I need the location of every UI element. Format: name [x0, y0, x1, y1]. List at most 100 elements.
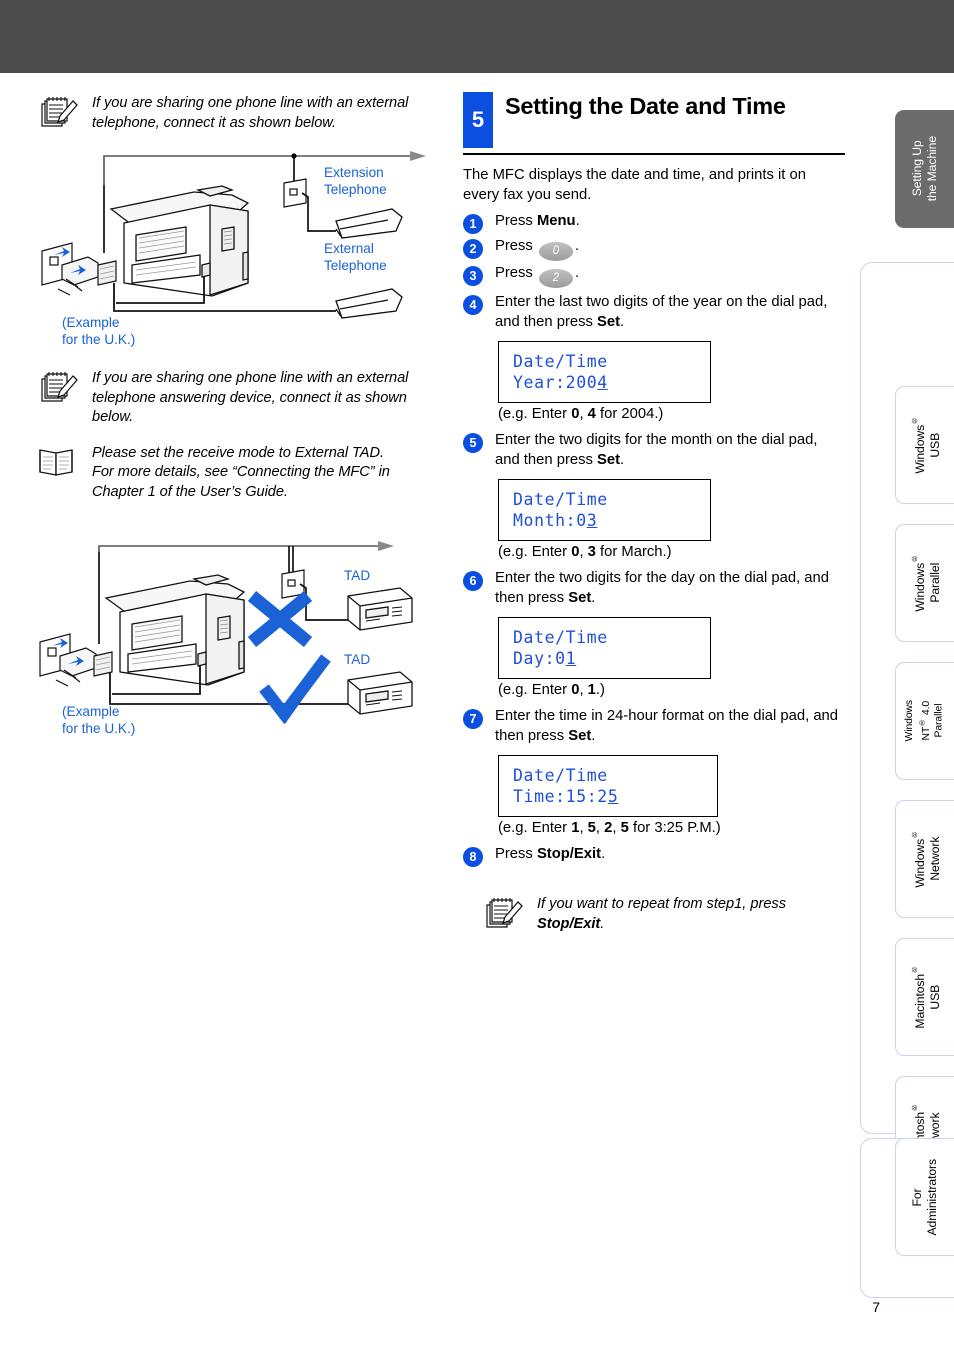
note-text: If you are sharing one phone line with a… [92, 370, 409, 425]
step-text: Press 0. [495, 237, 845, 261]
tab-windows-nt-40-parallel[interactable]: Windows NT® 4.0 Parallel [895, 662, 954, 780]
step-4: 4 Enter the last two digits of the year … [463, 293, 845, 332]
step-bullet: 7 [463, 709, 483, 729]
tab-label: Windows NT® 4.0 Parallel [904, 700, 945, 742]
lcd-line-2: Year:2004 [513, 372, 698, 393]
diagram2-label-tad-correct: TAD [344, 652, 371, 667]
example-text: (e.g. Enter 0, 1.) [498, 682, 605, 698]
keycap-0[interactable]: 0 [538, 242, 573, 261]
note-external-telephone: If you are sharing one phone line with a… [36, 92, 436, 133]
example-text: (e.g. Enter 0, 3 for March.) [498, 544, 672, 560]
lcd-display: Date/Time Month:03 [498, 479, 711, 541]
note-text: If you are sharing one phone line with a… [92, 95, 409, 131]
lcd-value: Time:15:2 [513, 787, 608, 806]
step-text: Press Stop/Exit. [495, 846, 606, 862]
step-bullet: 2 [463, 239, 483, 259]
diagram1-label-external: External Telephone [324, 241, 387, 273]
tab-windows-usb[interactable]: Windows® USB [895, 386, 954, 504]
step-5: 5 Enter the two digits for the month on … [463, 431, 845, 470]
page-title: Setting the Date and Time [505, 93, 786, 119]
lcd-block-year: Date/Time Year:2004 (e.g. Enter 0, 4 for… [498, 341, 845, 424]
tab-label: Macintosh® USB [909, 965, 943, 1029]
tab-label: Windows® Parallel [909, 554, 943, 612]
tab-macintosh-usb[interactable]: Macintosh® USB [895, 938, 954, 1056]
step-text: Press 2. [495, 264, 845, 288]
lcd-line-2: Time:15:25 [513, 786, 705, 807]
lcd-block-time: Date/Time Time:15:25 (e.g. Enter 1, 5, 2… [498, 755, 845, 838]
example-text: (e.g. Enter 1, 5, 2, 5 for 3:25 P.M.) [498, 820, 721, 836]
document-page: If you are sharing one phone line with a… [0, 0, 954, 1351]
diagram1-label-example-uk: (Example for the U.K.) [62, 315, 136, 347]
step-7: 7 Enter the time in 24-hour format on th… [463, 707, 845, 746]
lcd-value: Month:0 [513, 511, 587, 530]
step-bullet: 6 [463, 571, 483, 591]
diagram1-label-extension: Extension Telephone [324, 165, 387, 197]
notepad-pencil-icon [481, 893, 525, 933]
section-header: 5 Setting the Date and Time [463, 92, 845, 148]
lcd-line-2: Month:03 [513, 510, 698, 531]
step-bullet: 5 [463, 433, 483, 453]
page-header-band [0, 0, 954, 73]
step-1: 1 Press Menu. [463, 212, 845, 234]
tab-windows-network[interactable]: Windows® Network [895, 800, 954, 918]
lcd-display: Date/Time Time:15:25 [498, 755, 718, 817]
notepad-pencil-icon [36, 92, 80, 132]
section-number: 5 [463, 92, 493, 148]
step-text: Enter the two digits for the day on the … [495, 570, 829, 606]
step-bullet: 3 [463, 266, 483, 286]
tab-for-administrators[interactable]: For Administrators [895, 1138, 954, 1256]
right-column: 5 Setting the Date and Time The MFC disp… [463, 92, 845, 934]
lcd-line-2: Day:01 [513, 648, 698, 669]
step-3: 3 Press 2. [463, 264, 845, 288]
step-bullet: 1 [463, 214, 483, 234]
note-external-tad: If you are sharing one phone line with a… [36, 367, 436, 428]
lcd-block-day: Date/Time Day:01 (e.g. Enter 0, 1.) [498, 617, 845, 700]
tab-label: Windows® USB [909, 416, 943, 474]
step-text: Enter the two digits for the month on th… [495, 432, 818, 468]
section-intro: The MFC displays the date and time, and … [463, 167, 806, 203]
lcd-cursor-char: 4 [597, 373, 608, 392]
diagram-tad-connection: TAD TAD (Example for the U.K.) [36, 518, 436, 746]
lcd-cursor-char: 1 [565, 649, 577, 668]
page-number: 7 [872, 1299, 880, 1315]
left-column: If you are sharing one phone line with a… [36, 92, 436, 746]
note-text: If you want to repeat from step1, press … [537, 896, 787, 932]
lcd-value: Day:0 [513, 649, 566, 668]
open-book-icon [36, 442, 80, 482]
lcd-block-month: Date/Time Month:03 (e.g. Enter 0, 3 for … [498, 479, 845, 562]
tab-label: Windows® Network [909, 830, 943, 888]
step-6: 6 Enter the two digits for the day on th… [463, 569, 845, 608]
lcd-value: Year:200 [513, 373, 598, 392]
tab-label: Setting Up the Machine [909, 136, 939, 202]
keycap-2[interactable]: 2 [538, 269, 573, 288]
diagram2-label-tad-wrong: TAD [344, 568, 371, 583]
step-text: Enter the time in 24-hour format on the … [495, 708, 839, 744]
note-repeat-from-step1: If you want to repeat from step1, press … [481, 893, 845, 934]
step-bullet: 4 [463, 295, 483, 315]
lcd-line-1: Date/Time [513, 628, 608, 647]
tab-setting-up-the-machine[interactable]: Setting Up the Machine [895, 110, 954, 228]
example-text: (e.g. Enter 0, 4 for 2004.) [498, 406, 664, 422]
lcd-cursor-char: 5 [607, 787, 619, 806]
instruction-steps: 1 Press Menu. 2 Press 0. 3 Press 2. 4 En… [463, 212, 845, 867]
section-tab-rail: Setting Up the Machine Windows® USB Windo… [860, 110, 954, 1298]
note-receive-mode-reference: Please set the receive mode to External … [36, 442, 436, 503]
step-bullet: 8 [463, 847, 483, 867]
step-text: Press Menu. [495, 213, 580, 229]
step-8: 8 Press Stop/Exit. [463, 845, 845, 867]
notepad-pencil-icon [36, 367, 80, 407]
note-text: Please set the receive mode to External … [92, 444, 390, 500]
lcd-line-1: Date/Time [513, 490, 608, 509]
lcd-line-1: Date/Time [513, 766, 608, 785]
tab-windows-parallel[interactable]: Windows® Parallel [895, 524, 954, 642]
title-divider [463, 153, 845, 155]
step-2: 2 Press 0. [463, 237, 845, 261]
lcd-display: Date/Time Year:2004 [498, 341, 711, 403]
diagram2-label-example-uk: (Example for the U.K.) [62, 704, 136, 736]
step-text: Enter the last two digits of the year on… [495, 294, 828, 330]
tab-label: For Administrators [910, 1158, 939, 1236]
lcd-cursor-char: 3 [586, 511, 598, 530]
diagram-external-telephone-connection: Extension Telephone External Telephone (… [36, 143, 436, 351]
lcd-line-1: Date/Time [513, 352, 608, 371]
lcd-display: Date/Time Day:01 [498, 617, 711, 679]
